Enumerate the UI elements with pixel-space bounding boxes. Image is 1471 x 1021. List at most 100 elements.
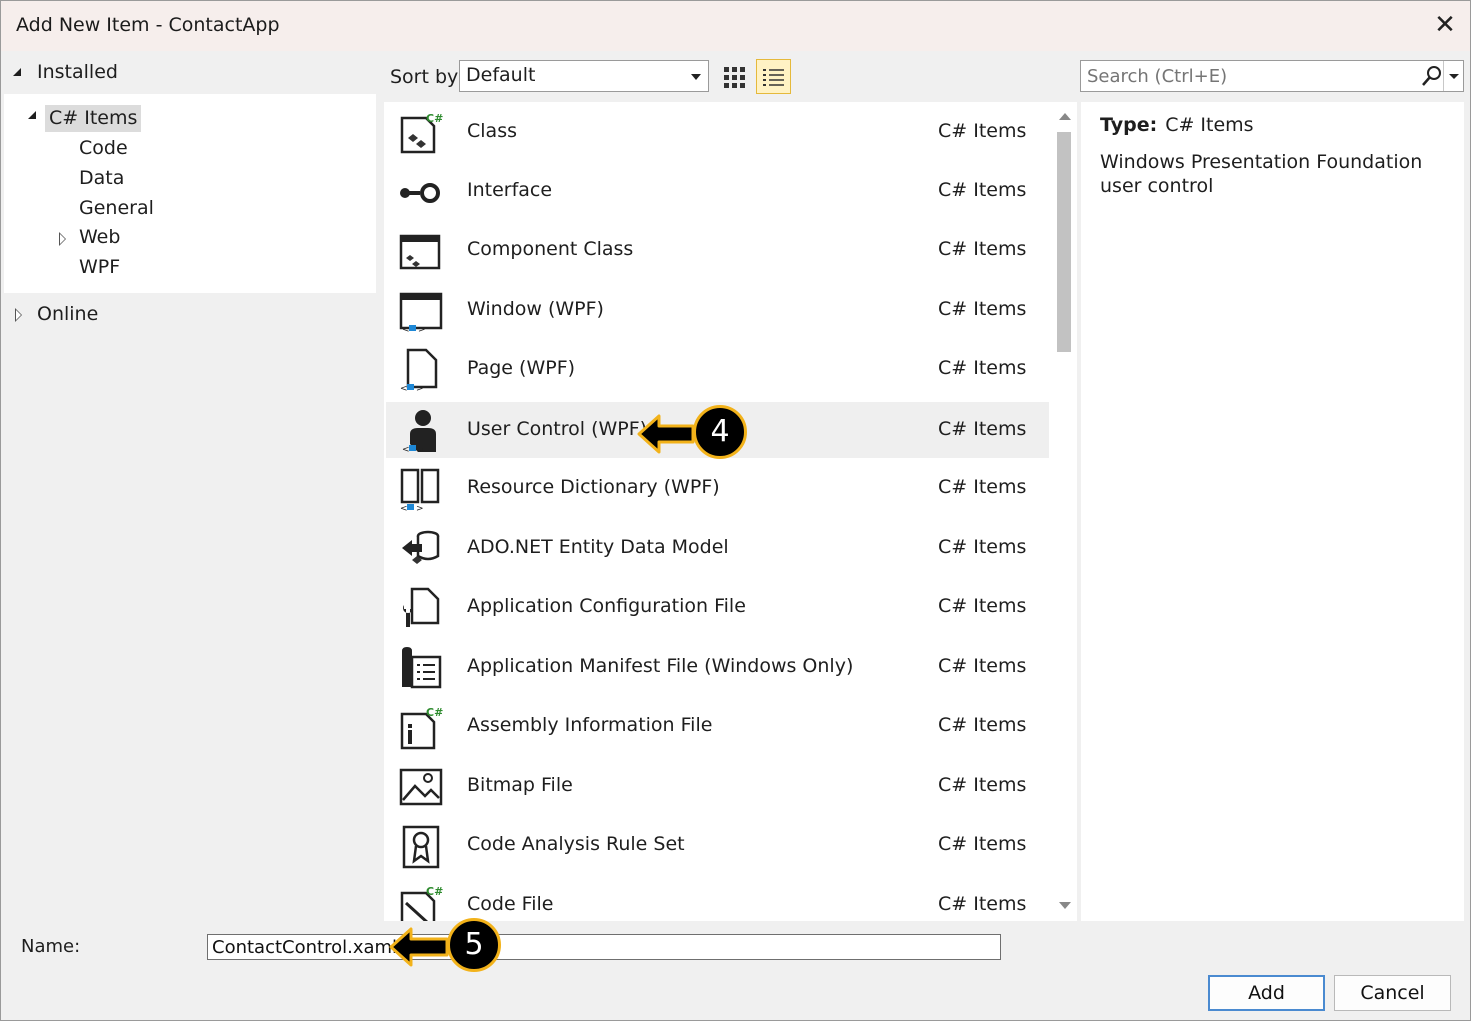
class-icon: C# [400, 112, 443, 154]
sort-by-dropdown[interactable]: Default [459, 60, 709, 92]
template-row-page-wpf[interactable]: < > Page (WPF) C# Items [386, 341, 1049, 397]
scroll-thumb[interactable] [1057, 132, 1071, 352]
template-category: C# Items [938, 714, 1027, 736]
search-input[interactable] [1081, 61, 1419, 91]
template-row-ado-net-entity-data-model[interactable]: ADO.NET Entity Data Model C# Items [386, 520, 1049, 576]
step-4-callout: 4 [637, 405, 751, 463]
template-row-class[interactable]: C# Class C# Items [386, 104, 1049, 160]
manifest-file-icon [402, 647, 442, 689]
type-label: Type: [1100, 114, 1158, 136]
template-name: Interface [467, 179, 553, 201]
tree-item-code[interactable]: Code [79, 135, 128, 162]
svg-text:C#: C# [426, 112, 443, 125]
svg-text:<: < [402, 445, 410, 454]
template-name: Application Configuration File [467, 595, 746, 617]
svg-text:<: < [400, 504, 408, 512]
template-row-resource-dictionary-wpf[interactable]: < > Resource Dictionary (WPF) C# Items [386, 460, 1049, 516]
template-name: Code File [467, 893, 554, 915]
step-4-badge: 4 [693, 405, 747, 459]
title-bar: Add New Item - ContactApp ✕ [1, 1, 1470, 51]
cancel-button[interactable]: Cancel [1334, 975, 1451, 1011]
expanded-arrow-icon[interactable] [28, 111, 36, 119]
online-label: Online [37, 303, 99, 325]
scroll-down-arrow-icon[interactable] [1059, 902, 1071, 909]
template-row-window-wpf[interactable]: < > Window (WPF) C# Items [386, 282, 1049, 338]
component-class-icon [399, 234, 441, 270]
search-box[interactable] [1080, 60, 1464, 92]
rule-set-icon [402, 825, 440, 869]
template-category: C# Items [938, 238, 1027, 260]
template-name: Bitmap File [467, 774, 573, 796]
scroll-up-arrow-icon[interactable] [1059, 113, 1071, 120]
template-name: Application Manifest File (Windows Only) [467, 655, 854, 677]
collapsed-arrow-icon[interactable] [59, 232, 66, 246]
installed-label: Installed [37, 61, 118, 83]
template-row-interface[interactable]: Interface C# Items [386, 163, 1049, 219]
left-arrow-icon [389, 927, 449, 967]
svg-text:<: < [400, 384, 408, 393]
step-5-callout: 5 [389, 918, 505, 976]
left-arrow-icon [637, 414, 695, 454]
svg-text:>: > [418, 445, 426, 454]
interface-icon [400, 183, 440, 203]
tree-item-general[interactable]: General [79, 195, 154, 222]
search-icon[interactable] [1421, 65, 1443, 87]
tree-item-wpf[interactable]: WPF [79, 254, 120, 281]
window-title: Add New Item - ContactApp [16, 14, 280, 36]
resource-dictionary-icon: < > [400, 468, 440, 512]
add-button[interactable]: Add [1208, 975, 1325, 1011]
template-name: Resource Dictionary (WPF) [467, 476, 720, 498]
template-row-application-configuration-file[interactable]: Application Configuration File C# Items [386, 579, 1049, 635]
svg-text:>: > [416, 504, 424, 512]
detail-type: Type: C# Items [1100, 114, 1254, 136]
template-row-application-manifest-file[interactable]: Application Manifest File (Windows Only)… [386, 639, 1049, 695]
template-row-code-analysis-rule-set[interactable]: Code Analysis Rule Set C# Items [386, 817, 1049, 873]
template-category: C# Items [938, 833, 1027, 855]
template-category: C# Items [938, 357, 1027, 379]
user-control-icon: < > [402, 410, 436, 454]
wpf-window-icon: < > [399, 292, 443, 334]
code-file-icon: C# [400, 885, 443, 921]
svg-text:>: > [416, 384, 424, 393]
bitmap-file-icon [399, 768, 443, 806]
name-label: Name: [21, 936, 81, 957]
tree-item-csharp-items[interactable]: C# Items [45, 105, 142, 132]
template-row-code-file[interactable]: C# Code File C# Items [386, 877, 1049, 921]
add-new-item-dialog: Add New Item - ContactApp ✕ Installed C#… [0, 0, 1471, 1021]
close-button[interactable]: ✕ [1420, 1, 1470, 51]
template-name: Page (WPF) [467, 357, 576, 379]
svg-text:C#: C# [426, 706, 443, 719]
template-category: C# Items [938, 774, 1027, 796]
template-row-component-class[interactable]: Component Class C# Items [386, 222, 1049, 278]
template-category: C# Items [938, 595, 1027, 617]
svg-text:C#: C# [426, 885, 443, 898]
template-name: Code Analysis Rule Set [467, 833, 685, 855]
list-view-button[interactable] [756, 59, 791, 94]
wpf-page-icon: < > [400, 348, 438, 393]
tree-item-data[interactable]: Data [79, 165, 124, 192]
template-row-bitmap-file[interactable]: Bitmap File C# Items [386, 758, 1049, 814]
detail-description: Windows Presentation Foundation user con… [1100, 151, 1423, 197]
search-options-dropdown[interactable] [1443, 61, 1463, 91]
expanded-arrow-icon[interactable] [13, 68, 21, 76]
template-name: ADO.NET Entity Data Model [467, 536, 729, 558]
list-view-icon [763, 69, 784, 86]
template-category: C# Items [938, 418, 1027, 440]
template-row-assembly-information-file[interactable]: C# Assembly Information File C# Items [386, 698, 1049, 754]
type-value: C# Items [1165, 114, 1254, 136]
collapsed-arrow-icon[interactable] [15, 308, 22, 322]
template-category: C# Items [938, 476, 1027, 498]
small-icons-view-button[interactable] [719, 61, 750, 92]
name-input[interactable] [207, 934, 1001, 960]
template-name: User Control (WPF) [467, 418, 648, 440]
template-list-scrollbar[interactable] [1053, 102, 1077, 921]
tree-item-web[interactable]: Web [79, 224, 120, 251]
chevron-down-icon [691, 74, 701, 80]
template-category: C# Items [938, 179, 1027, 201]
template-category: C# Items [938, 298, 1027, 320]
config-file-icon [403, 587, 440, 627]
assembly-info-icon: C# [400, 706, 443, 750]
svg-text:<: < [402, 325, 410, 334]
template-name: Class [467, 120, 517, 142]
sort-by-value: Default [466, 64, 536, 86]
